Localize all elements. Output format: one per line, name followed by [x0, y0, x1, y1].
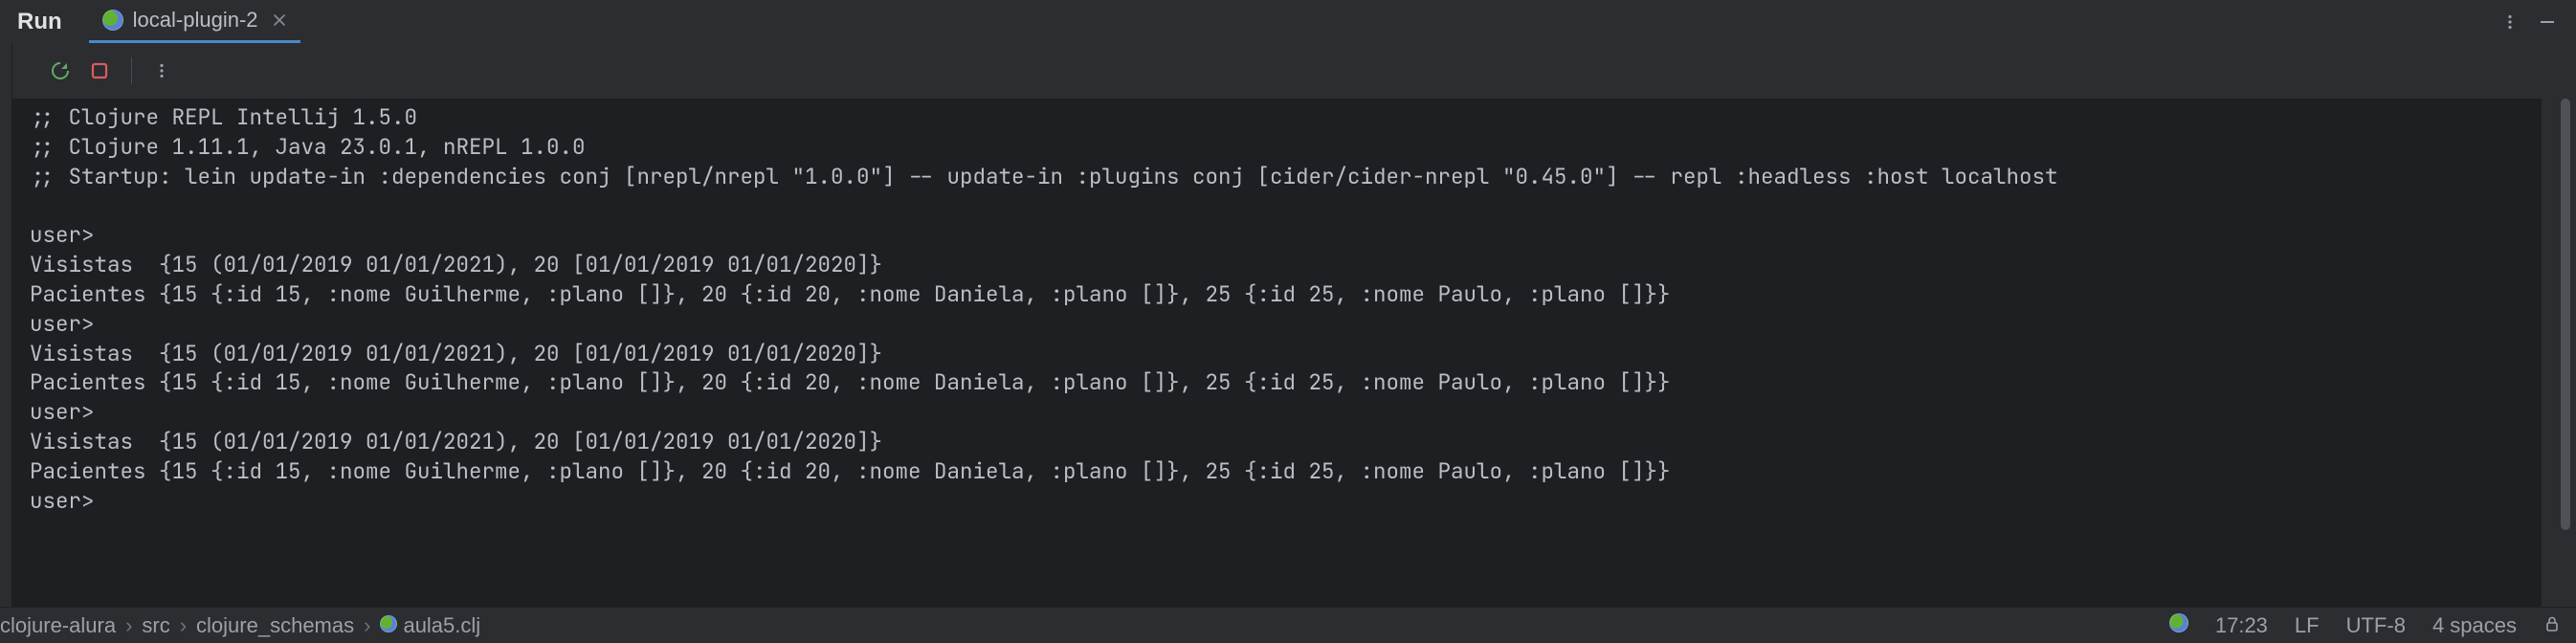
- breadcrumb-segment[interactable]: clojure_schemas: [196, 613, 354, 638]
- status-encoding[interactable]: UTF-8: [2346, 613, 2406, 638]
- chevron-right-icon: ›: [180, 613, 187, 638]
- chevron-right-icon: ›: [125, 613, 132, 638]
- console-wrapper: ;; Clojure REPL Intellij 1.5.0 ;; Clojur…: [11, 99, 2576, 607]
- status-bar: clojure-alura › src › clojure_schemas › …: [0, 607, 2576, 643]
- toolbar-separator: [131, 57, 132, 84]
- status-line-separator[interactable]: LF: [2295, 613, 2320, 638]
- run-toolbar: [11, 43, 2576, 99]
- tab-label: local-plugin-2: [133, 8, 258, 33]
- rerun-icon[interactable]: [49, 59, 72, 82]
- more-vertical-icon[interactable]: [2501, 13, 2519, 31]
- tab-bar-right: [2501, 12, 2576, 32]
- breadcrumb-segment[interactable]: clojure-alura: [0, 613, 116, 638]
- run-panel-label: Run: [17, 9, 62, 35]
- stop-icon[interactable]: [89, 60, 110, 81]
- readonly-lock-icon[interactable]: [2543, 613, 2561, 638]
- close-icon[interactable]: [272, 12, 287, 28]
- tab-local-plugin-2[interactable]: local-plugin-2: [89, 0, 300, 43]
- clojure-icon: [102, 10, 123, 31]
- scrollbar[interactable]: [2559, 99, 2572, 607]
- minimize-icon[interactable]: [2538, 12, 2557, 32]
- console-output[interactable]: ;; Clojure REPL Intellij 1.5.0 ;; Clojur…: [12, 99, 2542, 607]
- tab-bar: Run local-plugin-2: [0, 0, 2576, 43]
- breadcrumb-segment[interactable]: aula5.clj: [380, 613, 480, 638]
- status-right: 17:23 LF UTF-8 4 spaces: [2169, 613, 2561, 638]
- more-vertical-icon[interactable]: [153, 62, 170, 79]
- clojure-file-icon: [380, 613, 397, 638]
- scrollbar-thumb[interactable]: [2561, 99, 2570, 530]
- chevron-right-icon: ›: [364, 613, 370, 638]
- clojure-repl-status-icon[interactable]: [2169, 613, 2188, 638]
- breadcrumb: clojure-alura › src › clojure_schemas › …: [0, 613, 480, 638]
- status-indent[interactable]: 4 spaces: [2432, 613, 2517, 638]
- status-time[interactable]: 17:23: [2215, 613, 2268, 638]
- breadcrumb-segment[interactable]: src: [142, 613, 169, 638]
